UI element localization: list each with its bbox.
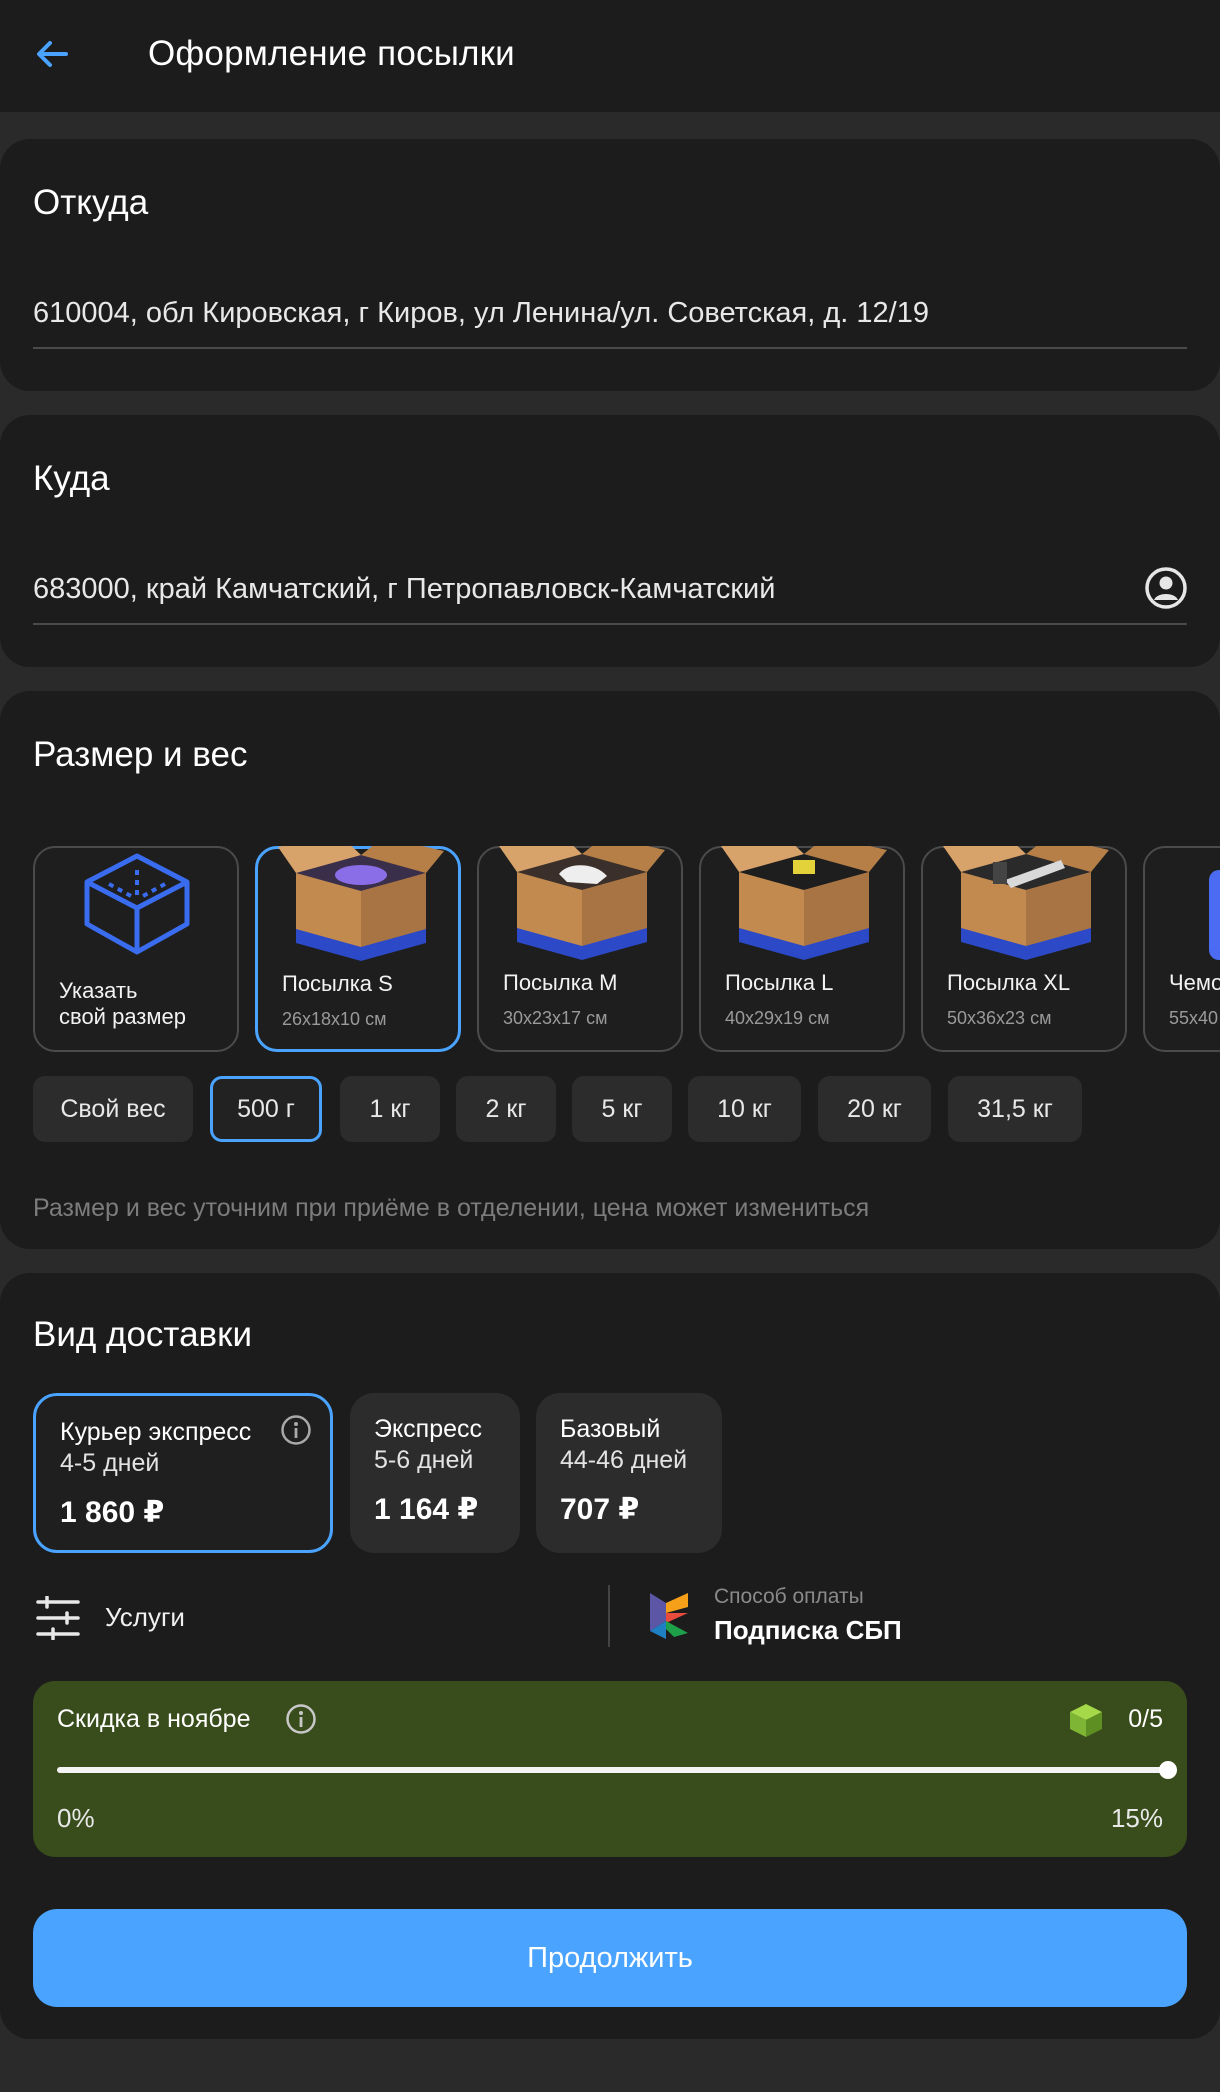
weight-chip-5kg[interactable]: 5 кг (572, 1076, 672, 1142)
delivery-option-basic[interactable]: Базовый 44-46 дней 707 ₽ (536, 1393, 722, 1553)
promo-title: Скидка в ноябре (57, 1705, 251, 1733)
from-address-text: 610004, обл Кировская, г Киров, ул Ленин… (33, 297, 929, 329)
weight-chip-31kg[interactable]: 31,5 кг (948, 1076, 1082, 1142)
weight-chip-2kg[interactable]: 2 кг (456, 1076, 556, 1142)
to-address-text: 683000, край Камчатский, г Петропавловск… (33, 573, 776, 605)
package-box-icon (278, 846, 444, 961)
weight-chip-1kg[interactable]: 1 кг (340, 1076, 440, 1142)
back-button[interactable] (24, 26, 80, 82)
promo-count: 0/5 (1128, 1705, 1163, 1733)
delivery-title: Вид доставки (33, 1315, 252, 1354)
app-header: Оформление посылки (0, 0, 1220, 112)
package-box-icon (943, 846, 1109, 960)
services-button[interactable]: Услуги (33, 1588, 593, 1648)
contact-icon[interactable] (1143, 565, 1189, 611)
size-weight-hint: Размер и вес уточним при приёме в отделе… (33, 1194, 870, 1222)
to-title: Куда (33, 459, 110, 498)
package-size-list[interactable]: Указать свой размер Посылка S 26x18x10 см (33, 846, 1220, 1056)
services-label: Услуги (105, 1602, 185, 1632)
continue-button[interactable]: Продолжить (33, 1909, 1187, 2007)
weight-chip-20kg[interactable]: 20 кг (818, 1076, 931, 1142)
promo-max-label: 15% (1110, 1803, 1163, 1833)
sbp-logo-icon (650, 1593, 688, 1639)
from-title: Откуда (33, 183, 149, 222)
size-title: Размер и вес (33, 735, 248, 774)
delivery-option-express[interactable]: Экспресс 5-6 дней 1 164 ₽ (350, 1393, 520, 1553)
custom-size-label: Указать свой размер (59, 978, 186, 1030)
payment-caption: Способ оплаты (714, 1585, 864, 1608)
delivery-option-name: Курьер экспресс (60, 1418, 252, 1446)
package-card-m[interactable]: Посылка M 30x23x17 см (477, 846, 683, 1052)
delivery-option-name: Базовый (560, 1415, 661, 1443)
package-name: Посылка XL (947, 970, 1071, 995)
payment-value: Подписка СБП (714, 1615, 902, 1645)
package-dims: 26x18x10 см (282, 1009, 387, 1029)
info-icon[interactable] (285, 1703, 317, 1735)
parcel-box-icon (1070, 1704, 1102, 1737)
arrow-left-icon (37, 41, 68, 67)
from-address-field[interactable]: 610004, обл Кировская, г Киров, ул Ленин… (33, 289, 1187, 349)
package-dims: 40x29x19 см (725, 1008, 830, 1028)
package-name: Чемо (1169, 970, 1220, 995)
promo-progress-track (57, 1767, 1175, 1773)
size-weight-card: Размер и вес Указать свой размер Посылка… (0, 691, 1220, 1249)
package-name: Посылка S (282, 971, 393, 996)
package-card-suitcase[interactable]: Чемо 55x40 (1143, 846, 1220, 1052)
weight-chip-10kg[interactable]: 10 кг (688, 1076, 801, 1142)
info-icon[interactable] (280, 1414, 312, 1446)
package-dims: 50x36x23 см (947, 1008, 1052, 1028)
custom-size-card[interactable]: Указать свой размер (33, 846, 239, 1052)
delivery-option-price: 707 ₽ (560, 1493, 640, 1526)
package-dims: 55x40 (1169, 1008, 1219, 1028)
delivery-option-days: 44-46 дней (560, 1446, 688, 1474)
package-dims: 30x23x17 см (503, 1008, 608, 1028)
delivery-option-days: 5-6 дней (374, 1446, 474, 1474)
delivery-card: Вид доставки Курьер экспресс 4-5 дней 1 … (0, 1273, 1220, 2039)
to-card: Куда 683000, край Камчатский, г Петропав… (0, 415, 1220, 667)
package-box-icon (499, 846, 665, 960)
weight-chip-500g[interactable]: 500 г (210, 1076, 322, 1142)
package-card-xl[interactable]: Посылка XL 50x36x23 см (921, 846, 1127, 1052)
sliders-icon (36, 1596, 80, 1640)
package-name: Посылка L (725, 970, 834, 995)
promo-min-label: 0% (57, 1803, 95, 1833)
delivery-option-price: 1 860 ₽ (60, 1496, 165, 1529)
cube-outline-icon (84, 853, 190, 955)
suitcase-image (1209, 870, 1220, 960)
payment-method-button[interactable]: Способ оплаты Подписка СБП (644, 1585, 1204, 1655)
to-address-field[interactable]: 683000, край Камчатский, г Петропавловск… (33, 565, 1187, 625)
delivery-option-days: 4-5 дней (60, 1449, 160, 1477)
from-card: Откуда 610004, обл Кировская, г Киров, у… (0, 139, 1220, 391)
page-title: Оформление посылки (148, 34, 515, 73)
divider (608, 1585, 610, 1647)
discount-promo-card: Скидка в ноябре 0/5 0% 15% (33, 1681, 1187, 1857)
delivery-option-courier-express[interactable]: Курьер экспресс 4-5 дней 1 860 ₽ (33, 1393, 333, 1553)
package-name: Посылка M (503, 970, 618, 995)
package-card-s[interactable]: Посылка S 26x18x10 см (255, 846, 461, 1052)
package-card-l[interactable]: Посылка L 40x29x19 см (699, 846, 905, 1052)
delivery-option-price: 1 164 ₽ (374, 1493, 479, 1526)
delivery-option-name: Экспресс (374, 1415, 483, 1443)
package-box-icon (721, 846, 887, 960)
promo-progress-knob (1159, 1761, 1177, 1779)
weight-chip-custom[interactable]: Свой вес (33, 1076, 193, 1142)
